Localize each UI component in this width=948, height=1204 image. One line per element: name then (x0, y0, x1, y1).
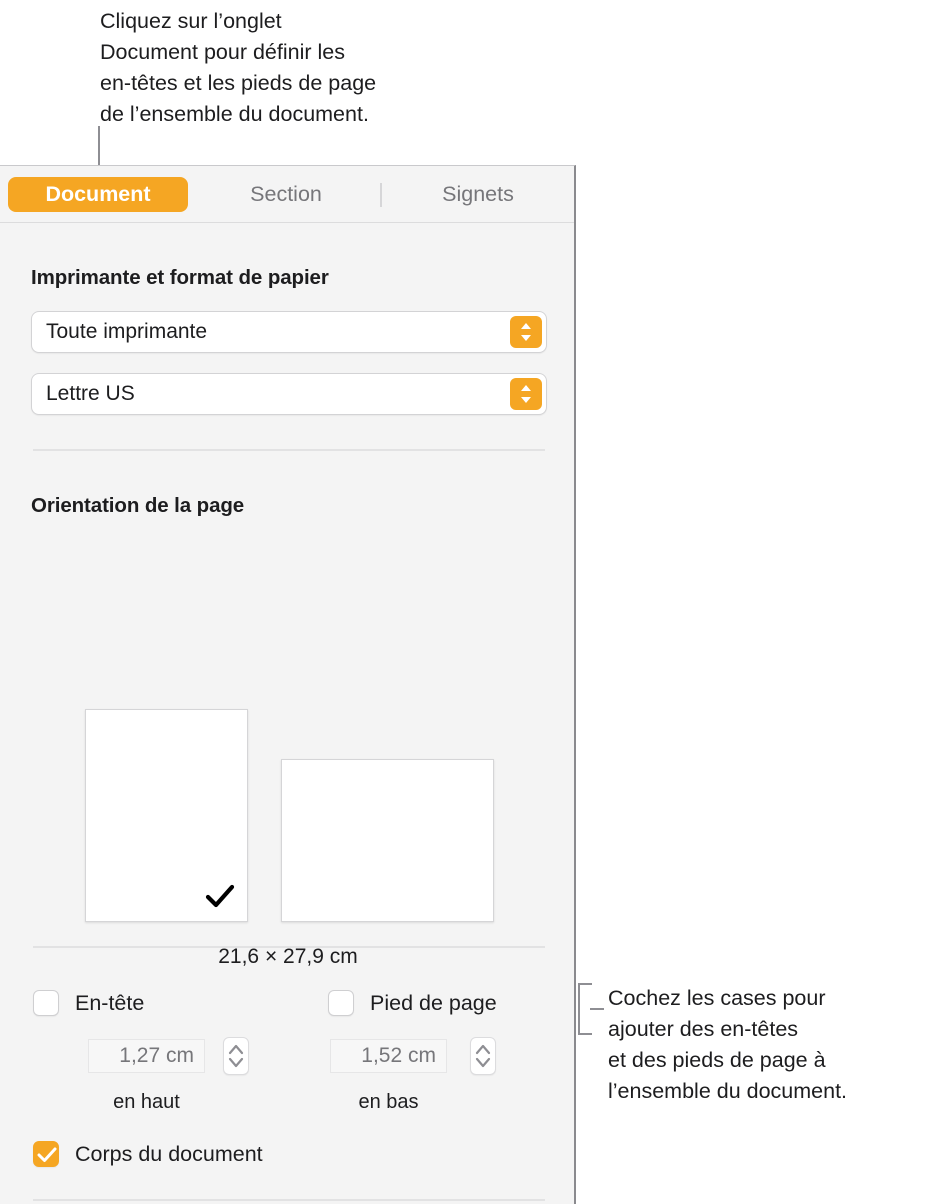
paper-size-select[interactable]: Lettre US (31, 373, 547, 415)
footer-checkbox[interactable] (328, 990, 354, 1016)
footer-margin-stepper[interactable] (470, 1037, 496, 1075)
header-margin-stepper[interactable] (223, 1037, 249, 1075)
checkmark-icon (205, 884, 235, 915)
callout-text-top: Cliquez sur l’onglet Document pour défin… (100, 9, 377, 126)
section-divider (33, 1199, 545, 1201)
printer-section-heading: Imprimante et format de papier (31, 266, 329, 289)
tab-divider (380, 183, 382, 207)
document-inspector-panel: Document Section Signets Imprimante et f… (0, 165, 576, 1204)
footer-checkbox-row[interactable]: Pied de page (328, 990, 497, 1016)
orientation-section-heading: Orientation de la page (31, 494, 245, 517)
paper-size-select-value: Lettre US (46, 382, 135, 405)
tab-document[interactable]: Document (8, 177, 188, 212)
footer-margin-input[interactable]: 1,52 cm (330, 1039, 447, 1073)
section-divider (33, 946, 545, 948)
printer-select[interactable]: Toute imprimante (31, 311, 547, 353)
header-checkbox-label: En-tête (75, 990, 145, 1015)
footer-margin-sublabel: en bas (358, 1091, 419, 1113)
inspector-tab-bar: Document Section Signets (0, 166, 574, 223)
header-margin-sublabel: en haut (113, 1091, 180, 1113)
chevron-up-down-icon[interactable] (510, 316, 542, 348)
section-divider (33, 449, 545, 451)
tab-section[interactable]: Section (212, 177, 360, 212)
tab-signets[interactable]: Signets (404, 177, 552, 212)
printer-select-value: Toute imprimante (46, 320, 208, 343)
chevron-up-down-icon[interactable] (510, 378, 542, 410)
body-checkbox[interactable] (33, 1141, 59, 1167)
body-checkbox-row[interactable]: Corps du document (33, 1141, 263, 1167)
orientation-portrait-button[interactable] (85, 709, 248, 922)
header-checkbox-row[interactable]: En-tête (33, 990, 144, 1016)
footer-checkbox-label: Pied de page (370, 990, 497, 1015)
header-margin-input[interactable]: 1,27 cm (88, 1039, 205, 1073)
callout-text-right: Cochez les cases pour ajouter des en-têt… (608, 986, 848, 1103)
header-checkbox[interactable] (33, 990, 59, 1016)
body-checkbox-label: Corps du document (75, 1141, 263, 1166)
orientation-landscape-button[interactable] (281, 759, 494, 922)
page-size-label: 21,6 × 27,9 cm (218, 945, 358, 968)
callout-leader-bracket-right (578, 983, 604, 1035)
